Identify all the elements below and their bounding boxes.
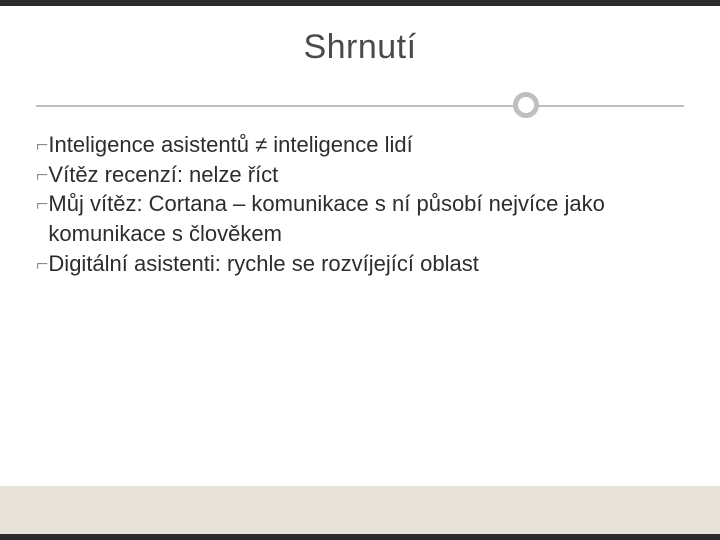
slide: Shrnutí ⌐ Inteligence asistentů ≠ inteli… [0,0,720,540]
bullet-text: Inteligence asistentů ≠ inteligence lidí [48,130,670,160]
bullet-icon: ⌐ [36,160,48,190]
list-item: ⌐ Digitální asistenti: rychle se rozvíje… [36,249,670,279]
bullet-icon: ⌐ [36,130,48,160]
bullet-icon: ⌐ [36,249,48,279]
bullet-icon: ⌐ [36,189,48,219]
list-item: ⌐ Inteligence asistentů ≠ inteligence li… [36,130,670,160]
bullet-text: Digitální asistenti: rychle se rozvíjejí… [48,249,670,279]
title-divider [36,92,684,120]
divider-line [36,105,684,107]
title-area: Shrnutí [0,10,720,105]
footer-band [0,486,720,534]
bullet-text: Vítěz recenzí: nelze říct [48,160,670,190]
list-item: ⌐ Vítěz recenzí: nelze říct [36,160,670,190]
slide-title: Shrnutí [303,28,416,67]
list-item: ⌐ Můj vítěz: Cortana – komunikace s ní p… [36,189,670,248]
slide-body: ⌐ Inteligence asistentů ≠ inteligence li… [36,130,670,470]
divider-ring-icon [513,92,539,118]
bullet-text: Můj vítěz: Cortana – komunikace s ní půs… [48,189,670,248]
